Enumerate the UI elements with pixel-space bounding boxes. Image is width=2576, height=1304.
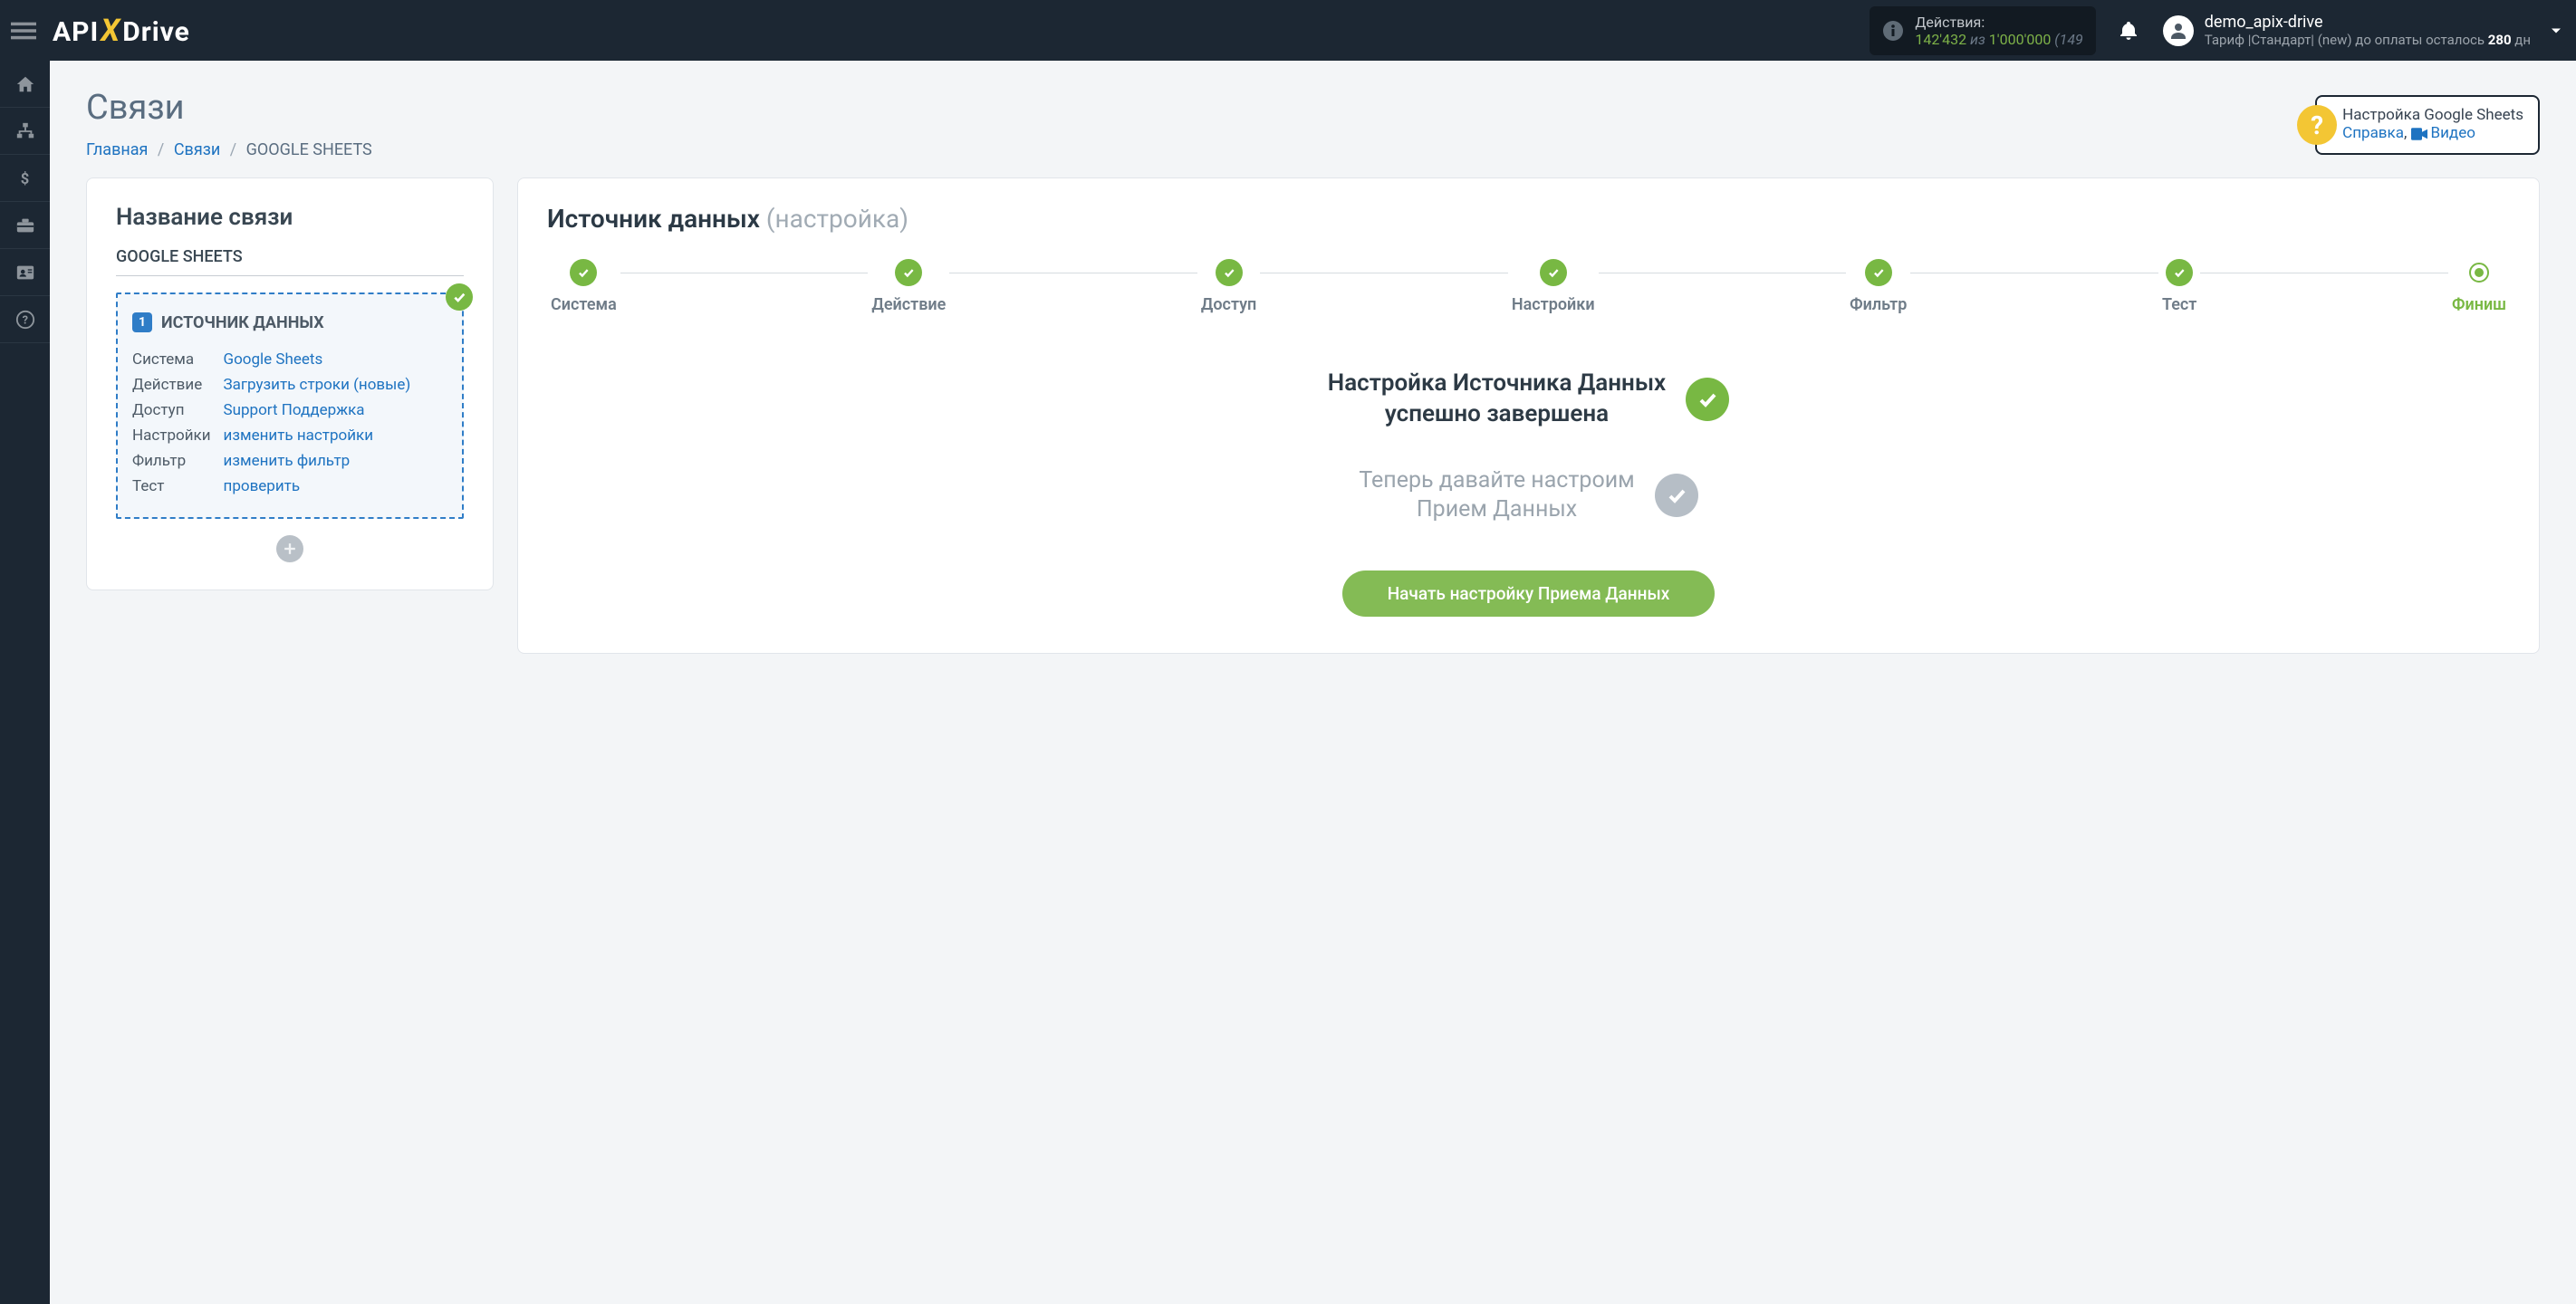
svg-text:$: $ <box>20 171 28 188</box>
nav-connections[interactable] <box>0 108 50 155</box>
sidebar: $ ? <box>0 61 50 1304</box>
nav-billing[interactable]: $ <box>0 155 50 202</box>
step-filter[interactable]: Фильтр <box>1846 259 1910 314</box>
table-row: ДействиеЗагрузить строки (новые) <box>132 372 410 398</box>
table-row: Настройкиизменить настройки <box>132 423 410 448</box>
table-row: СистемаGoogle Sheets <box>132 347 410 372</box>
actions-label: Действия: <box>1915 14 2082 31</box>
status-block: Настройка Источника Данных успешно завер… <box>1239 369 1819 525</box>
status-pending: Теперь давайте настроим Прием Данных <box>1239 466 1819 525</box>
nav-help[interactable]: ? <box>0 296 50 343</box>
logo[interactable]: APIXDrive <box>53 13 190 49</box>
user-block[interactable]: demo_apix-drive Тариф |Стандарт| (new) д… <box>2205 13 2531 48</box>
avatar-icon[interactable] <box>2163 15 2194 46</box>
step-settings[interactable]: Настройки <box>1508 259 1599 314</box>
help-box: ? Настройка Google Sheets Справка, Видео <box>2315 95 2540 155</box>
check-icon <box>1686 378 1729 421</box>
stepper: Система Действие Доступ Настройки Фильтр… <box>547 259 2510 314</box>
check-icon <box>1655 474 1698 517</box>
step-access[interactable]: Доступ <box>1197 259 1260 314</box>
chevron-down-icon[interactable] <box>2547 22 2565 40</box>
breadcrumb: Главная / Связи / GOOGLE SHEETS <box>86 140 2540 159</box>
table-row: Тестпроверить <box>132 474 410 499</box>
check-icon <box>1865 259 1892 286</box>
start-destination-button[interactable]: Начать настройку Приема Данных <box>1342 570 1716 617</box>
check-icon <box>2166 259 2193 286</box>
status-done: Настройка Источника Данных успешно завер… <box>1239 369 1819 430</box>
help-reference-link[interactable]: Справка <box>2342 124 2404 142</box>
step-test[interactable]: Тест <box>2158 259 2200 314</box>
info-icon <box>1882 20 1904 42</box>
step-system[interactable]: Система <box>547 259 620 314</box>
connection-name: GOOGLE SHEETS <box>116 247 464 276</box>
check-icon <box>1216 259 1243 286</box>
breadcrumb-links[interactable]: Связи <box>174 140 220 159</box>
help-badge-icon[interactable]: ? <box>2297 105 2337 145</box>
tariff-line: Тариф |Стандарт| (new) до оплаты осталос… <box>2205 32 2531 48</box>
actions-counter: Действия: 142'432 из 1'000'000 (149 <box>1870 6 2095 55</box>
step-action[interactable]: Действие <box>868 259 949 314</box>
bell-icon[interactable] <box>2118 20 2139 42</box>
topbar: APIXDrive Действия: 142'432 из 1'000'000… <box>0 0 2576 61</box>
help-title: Настройка Google Sheets <box>2342 106 2523 124</box>
wizard-subheading: (настройка) <box>766 204 908 234</box>
check-icon <box>446 283 473 311</box>
active-dot-icon <box>2469 263 2489 283</box>
page-title: Связи <box>86 88 2540 128</box>
step-finish[interactable]: Финиш <box>2448 259 2510 314</box>
check-icon <box>1540 259 1567 286</box>
check-icon <box>570 259 597 286</box>
nav-home[interactable] <box>0 61 50 108</box>
connection-card: Название связи GOOGLE SHEETS 1 ИСТОЧНИК … <box>86 177 494 590</box>
svg-text:?: ? <box>22 313 27 327</box>
source-box[interactable]: 1 ИСТОЧНИК ДАННЫХ СистемаGoogle Sheets Д… <box>116 292 464 519</box>
wizard-heading: Источник данных <box>547 204 760 234</box>
table-row: Фильтризменить фильтр <box>132 448 410 474</box>
source-badge: 1 <box>132 312 152 332</box>
breadcrumb-current: GOOGLE SHEETS <box>246 140 372 159</box>
nav-contact[interactable] <box>0 249 50 296</box>
add-button[interactable] <box>276 535 303 562</box>
user-name: demo_apix-drive <box>2205 13 2531 32</box>
connection-heading: Название связи <box>116 204 464 231</box>
breadcrumb-home[interactable]: Главная <box>86 140 148 159</box>
page: Связи Главная / Связи / GOOGLE SHEETS ? … <box>50 61 2576 681</box>
nav-briefcase[interactable] <box>0 202 50 249</box>
source-title: ИСТОЧНИК ДАННЫХ <box>161 313 324 332</box>
table-row: ДоступSupport Поддержка <box>132 398 410 423</box>
menu-icon[interactable] <box>11 18 36 43</box>
help-video-link[interactable]: Видео <box>2411 124 2475 142</box>
source-details: СистемаGoogle Sheets ДействиеЗагрузить с… <box>132 347 410 499</box>
check-icon <box>895 259 922 286</box>
video-icon <box>2411 128 2427 140</box>
wizard-card: Источник данных (настройка) Система Дейс… <box>517 177 2540 654</box>
